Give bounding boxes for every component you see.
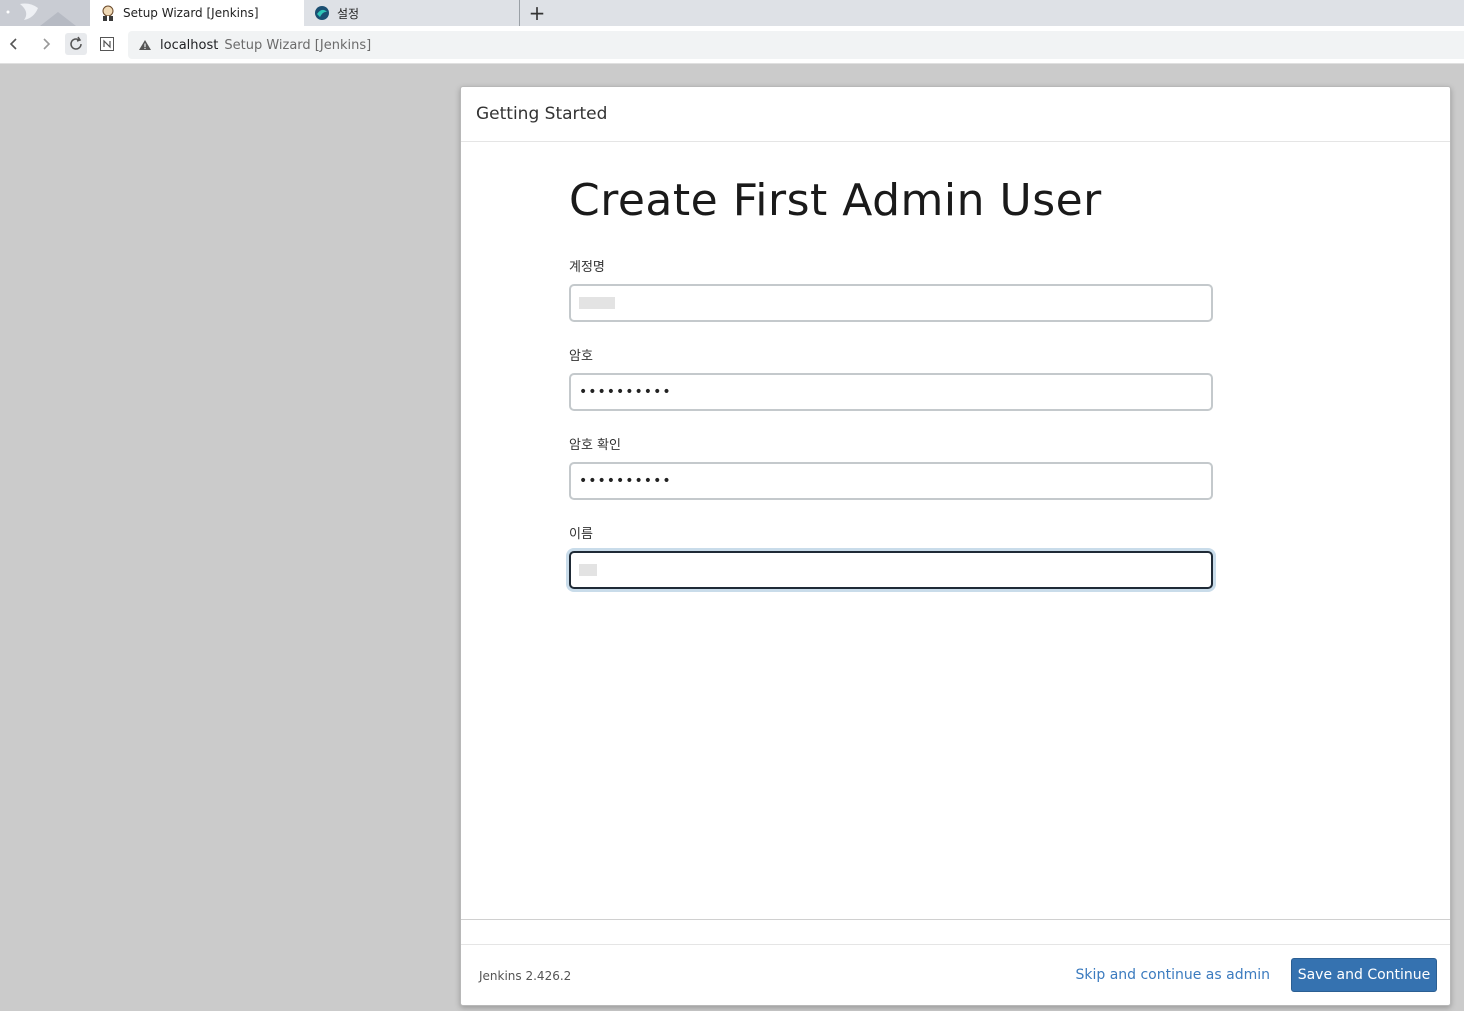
address-bar[interactable]: localhost Setup Wizard [Jenkins] xyxy=(128,31,1464,59)
jenkins-butler-icon xyxy=(100,5,116,21)
password-input[interactable]: •••••••••• xyxy=(569,373,1213,411)
dialog-footer: Jenkins 2.426.2 Skip and continue as adm… xyxy=(461,944,1450,1005)
jenkins-version: Jenkins 2.426.2 xyxy=(479,969,572,983)
create-admin-form: Create First Admin User 계정명 암호 •••••••••… xyxy=(569,170,1213,612)
dialog-body: Create First Admin User 계정명 암호 •••••••••… xyxy=(461,142,1450,919)
skip-continue-as-admin-link[interactable]: Skip and continue as admin xyxy=(1075,967,1270,983)
username-input[interactable] xyxy=(569,284,1213,322)
password-field-group: 암호 •••••••••• xyxy=(569,345,1213,411)
username-label: 계정명 xyxy=(569,260,605,275)
password-label: 암호 xyxy=(569,349,593,364)
forward-button[interactable] xyxy=(35,33,57,55)
reload-button[interactable] xyxy=(65,33,87,55)
fullname-label: 이름 xyxy=(569,527,593,542)
browser-tab-bar: Setup Wizard [Jenkins] 설정 + xyxy=(0,0,1464,26)
dialog-title: Getting Started xyxy=(476,104,608,124)
confirm-password-input[interactable]: •••••••••• xyxy=(569,462,1213,500)
naver-home-button[interactable] xyxy=(96,33,118,55)
username-field-group: 계정명 xyxy=(569,256,1213,322)
confirm-password-label: 암호 확인 xyxy=(569,438,621,453)
redacted-value xyxy=(579,297,615,309)
browser-toolbar: localhost Setup Wizard [Jenkins] xyxy=(0,26,1464,64)
dialog-header: Getting Started xyxy=(461,87,1450,142)
naver-n-icon xyxy=(100,37,114,51)
address-host: localhost xyxy=(160,37,219,53)
tab-setup-wizard[interactable]: Setup Wizard [Jenkins] xyxy=(90,0,304,26)
footer-divider xyxy=(461,919,1450,920)
setup-wizard-dialog: Getting Started Create First Admin User … xyxy=(460,86,1451,1006)
confirm-password-field-group: 암호 확인 •••••••••• xyxy=(569,434,1213,500)
address-page-title: Setup Wizard [Jenkins] xyxy=(224,37,372,53)
tab-label: Setup Wizard [Jenkins] xyxy=(123,6,259,20)
new-tab-button[interactable]: + xyxy=(527,0,547,26)
forward-arrow-icon xyxy=(43,38,51,50)
redacted-value xyxy=(579,564,597,576)
tab-settings[interactable]: 설정 xyxy=(304,0,520,26)
tab-label: 설정 xyxy=(337,6,360,21)
save-and-continue-button[interactable]: Save and Continue xyxy=(1291,958,1437,992)
reload-icon xyxy=(70,36,82,50)
back-arrow-icon xyxy=(9,38,17,50)
confirm-password-mask: •••••••••• xyxy=(579,473,672,489)
fullname-field-group: 이름 xyxy=(569,523,1213,589)
page-title: Create First Admin User xyxy=(569,175,1102,226)
whale-browser-icon xyxy=(314,5,330,21)
fullname-input[interactable] xyxy=(569,551,1213,589)
warning-triangle-icon xyxy=(139,40,151,50)
back-button[interactable] xyxy=(3,33,25,55)
password-mask: •••••••••• xyxy=(579,384,672,400)
browser-logo-icon xyxy=(0,0,90,26)
